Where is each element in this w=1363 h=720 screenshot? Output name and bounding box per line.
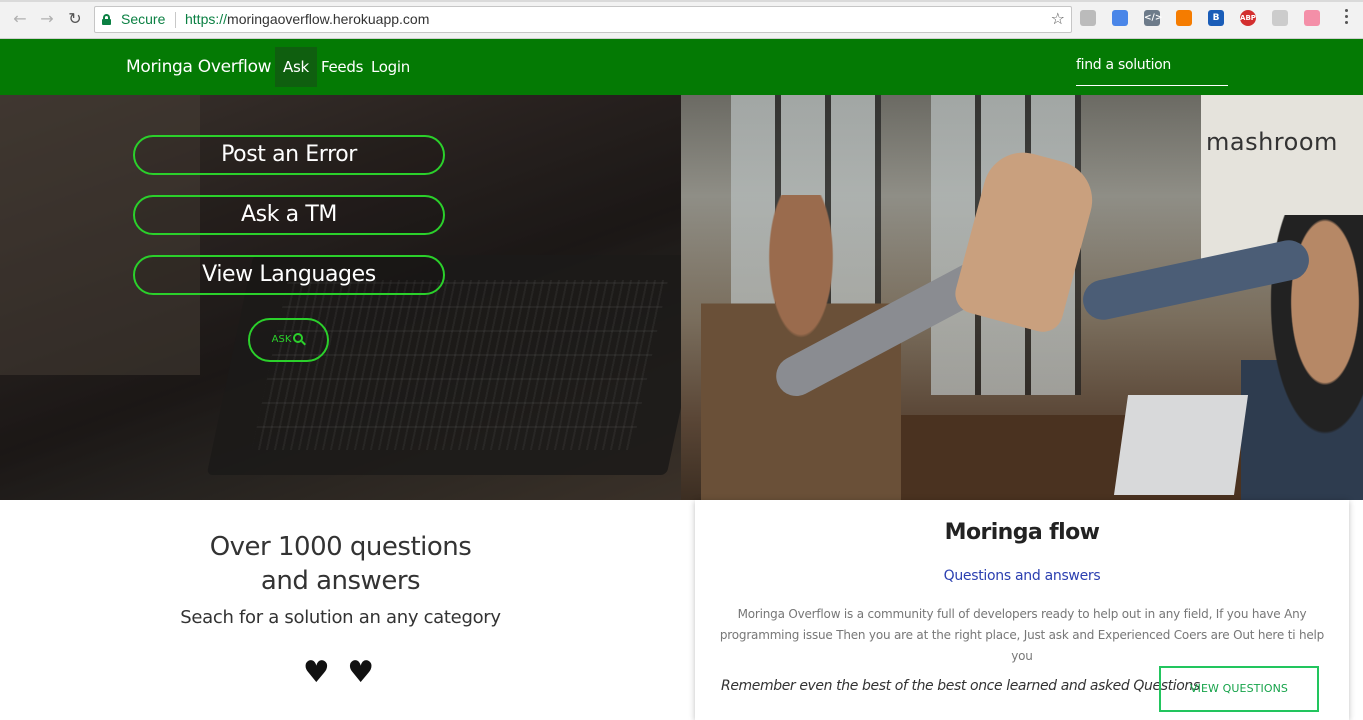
forward-icon[interactable]: → — [37, 9, 57, 29]
omnibox-divider — [175, 12, 176, 28]
back-icon[interactable]: ← — [10, 9, 30, 29]
search-input[interactable]: find a solution — [1076, 54, 1228, 86]
lock-icon — [102, 14, 111, 25]
office-laptop — [1113, 395, 1249, 495]
browser-toolbar: ← → ↻ Secure https://moringaoverflow.her… — [0, 0, 1363, 39]
secure-label: Secure — [121, 11, 166, 27]
hero-left-image: Post an Error Ask a TM View Languages AS… — [0, 95, 681, 500]
nav-login[interactable]: Login — [363, 47, 418, 87]
view-languages-button[interactable]: View Languages — [133, 255, 445, 295]
ask-tm-button[interactable]: Ask a TM — [133, 195, 445, 235]
about-card: Moringa flow Questions and answers Morin… — [695, 500, 1349, 720]
ask-button[interactable]: ASK — [248, 318, 329, 362]
hangout-icon[interactable] — [1176, 10, 1192, 26]
code-icon[interactable]: </> — [1144, 10, 1162, 26]
brand-logo[interactable]: Moringa Overflow — [126, 57, 272, 77]
url-text[interactable]: https://moringaoverflow.herokuapp.com — [185, 11, 429, 27]
zoom-icon[interactable] — [1080, 10, 1096, 26]
bookmark-star-icon[interactable]: ☆ — [1051, 9, 1065, 28]
info-section: Over 1000 questions and answers Seach fo… — [0, 500, 681, 710]
abp-icon[interactable]: ABP — [1240, 10, 1256, 26]
ask-button-label: ASK — [271, 334, 292, 345]
hero-section: Post an Error Ask a TM View Languages AS… — [0, 95, 1363, 500]
wall-sign-text: mashroom — [1206, 128, 1338, 156]
nav-ask[interactable]: Ask — [275, 47, 317, 87]
address-bar[interactable]: Secure https://moringaoverflow.herokuapp… — [94, 6, 1072, 33]
card-subtitle: Questions and answers — [943, 568, 1101, 584]
grey-extension-icon[interactable] — [1272, 10, 1288, 26]
reload-icon[interactable]: ↻ — [65, 9, 85, 29]
browser-menu-icon[interactable] — [1345, 9, 1349, 27]
card-title: Moringa flow — [944, 520, 1100, 545]
post-error-button[interactable]: Post an Error — [133, 135, 445, 175]
heart-icons: ♥ ♥ — [302, 655, 379, 690]
url-host: moringaoverflow.herokuapp.com — [227, 11, 430, 27]
translate-icon[interactable] — [1112, 10, 1128, 26]
hero-right-image: mashroom — [681, 95, 1363, 500]
info-subtitle: Seach for a solution an any category — [180, 607, 501, 628]
url-scheme: https:// — [185, 11, 228, 27]
pink-extension-icon[interactable] — [1304, 10, 1320, 26]
b-icon[interactable]: B — [1208, 10, 1224, 26]
site-navbar: Moringa Overflow Ask Feeds Login find a … — [0, 39, 1363, 95]
search-icon — [293, 333, 307, 346]
view-questions-button[interactable]: VIEW QUESTIONS — [1159, 666, 1319, 712]
card-quote: Remember even the best of the best once … — [721, 678, 1200, 694]
tab-strip — [0, 0, 1363, 2]
card-description: Moringa Overflow is a community full of … — [719, 607, 1325, 663]
info-title: Over 1000 questions and answers — [209, 532, 472, 596]
